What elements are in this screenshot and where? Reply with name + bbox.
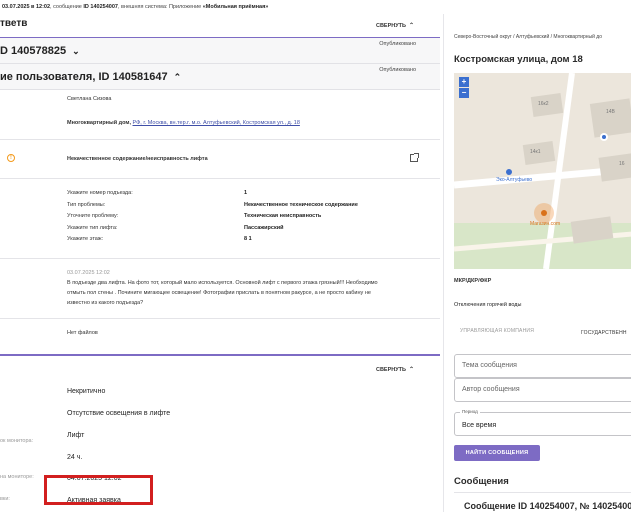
topic-placeholder: Тема сообщения xyxy=(462,362,517,369)
find-messages-button[interactable]: НАЙТИ СООБЩЕНИЯ xyxy=(454,445,540,461)
answer-section-title: тветв xyxy=(0,18,28,29)
collapse-label: СВЕРНУТЬ xyxy=(375,367,406,373)
map[interactable]: + − 16к2 14В 14к1 16 Эко-Алтуфьево Магаз… xyxy=(454,73,631,269)
breadcrumb: Северо-Восточный округ / Алтуфьевский / … xyxy=(454,34,602,40)
ticket-panel: тветв СВЕРНУТЬ ⌃ D 140578825 ⌄ Опубликован… xyxy=(0,14,440,512)
topbar-prefix: , сообщение xyxy=(50,4,84,10)
problem-title: Некачественное содержание/неисправность … xyxy=(67,156,208,162)
monitor-deadline-value: 24 ч. xyxy=(67,454,83,461)
tab-managing-company[interactable]: УПРАВЛЯЮЩАЯ КОМПАНИЯ xyxy=(460,328,534,334)
field-key: Тип проблемы: xyxy=(67,202,106,208)
period-select[interactable]: Период Все время xyxy=(454,409,631,436)
no-files-label: Нет файлов xyxy=(67,330,98,336)
chevron-down-icon[interactable]: ⌄ xyxy=(72,46,80,56)
tab-state[interactable]: ГОСУДАРСТВЕНН xyxy=(581,330,627,336)
hot-water-label: Отключения горячей воды xyxy=(454,302,522,308)
address-title: Костромская улица, дом 18 xyxy=(454,54,583,65)
address-prefix: Многоквартирный дом, xyxy=(67,120,133,126)
answer-section-header: тветв СВЕРНУТЬ ⌃ xyxy=(0,14,440,38)
author-input[interactable]: Автор сообщения xyxy=(454,378,631,402)
category-value: Лифт xyxy=(67,432,85,439)
message-timestamp: 03.07.2025 12:02 xyxy=(67,270,110,276)
map-label: 16 xyxy=(619,161,625,167)
ticket-row-title: D 140578825 xyxy=(0,45,67,57)
status-badge: Опубликовано xyxy=(379,67,416,73)
warning-icon: ! xyxy=(7,154,15,162)
author-name: Светлана Сизова xyxy=(67,96,112,102)
zoom-in-button[interactable]: + xyxy=(459,77,469,87)
source-app: «Мобильная приёмная» xyxy=(202,4,269,10)
zoom-out-button[interactable]: − xyxy=(459,88,469,98)
message-date: 03.07.2025 в 12:02 xyxy=(2,4,51,10)
field-value: Некачественное техническое содержание xyxy=(244,202,358,208)
collapse-label: СВЕРНУТЬ xyxy=(375,23,406,29)
message-id: ID 140254007 xyxy=(83,4,118,10)
chevron-up-icon: ⌃ xyxy=(408,23,414,29)
collapse-answer-button[interactable]: СВЕРНУТЬ ⌃ xyxy=(376,22,414,29)
field-key: Укажите номер подъезда: xyxy=(67,190,133,196)
location-panel: Северо-Восточный округ / Алтуфьевский / … xyxy=(443,14,631,512)
monitor-date-label: на мониторе: xyxy=(0,474,34,480)
topic-input[interactable]: Тема сообщения xyxy=(454,354,631,378)
ticket-status-label: вки: xyxy=(0,496,10,502)
field-value: 1 xyxy=(244,190,248,196)
divider xyxy=(0,139,440,140)
message-text-line: отмыть пол стены . Почините мигающее осв… xyxy=(67,290,371,296)
problem-type-value: Отсутствие освещения в лифте xyxy=(67,410,171,417)
period-label: Период xyxy=(460,409,480,414)
field-key: Укажите этаж: xyxy=(67,236,104,242)
chevron-up-icon: ⌃ xyxy=(408,367,414,373)
period-value: Все время xyxy=(462,422,497,429)
divider xyxy=(454,492,631,493)
field-value: Техническая неисправность xyxy=(244,213,322,219)
map-label: Магазин.com xyxy=(530,221,561,227)
map-label: Эко-Алтуфьево xyxy=(496,177,533,183)
divider xyxy=(0,318,440,319)
open-external-icon[interactable] xyxy=(410,153,419,162)
divider xyxy=(0,178,440,179)
map-label: 14к1 xyxy=(530,149,541,155)
field-value: 8 1 xyxy=(244,236,252,242)
messages-title: Сообщения xyxy=(454,476,509,487)
field-value: Пассажирский xyxy=(244,225,284,231)
author-placeholder: Автор сообщения xyxy=(462,386,520,393)
address-line: Многоквартирный дом, РФ, г. Москва, вн.т… xyxy=(67,120,300,126)
monitor-deadline-label: ок монитора: xyxy=(0,438,34,444)
address-link[interactable]: РФ, г. Москва, вн.тер.г. м.о. Алтуфьевск… xyxy=(133,120,300,126)
status-badge: Опубликовано xyxy=(379,41,416,47)
divider xyxy=(0,258,440,259)
priority-value: Некритично xyxy=(67,388,106,395)
tabs: УПРАВЛЯЮЩАЯ КОМПАНИЯ ГОСУДАРСТВЕНН xyxy=(454,327,631,347)
field-key: Уточните проблему: xyxy=(67,213,119,219)
message-list-item[interactable]: Сообщение ID 140254007, № 14025400 xyxy=(464,501,631,511)
mkr-label: МКР/ДКР/ФКР xyxy=(454,278,492,284)
map-label: 16к2 xyxy=(538,101,549,107)
map-label: 14В xyxy=(606,109,615,115)
topbar-mid: , внешняя система: Приложение xyxy=(117,4,203,10)
section-divider xyxy=(0,354,440,356)
message-source-line: 03.07.2025 в 12:02, сообщение ID 1402540… xyxy=(0,0,631,14)
ticket-row[interactable]: D 140578825 ⌄ Опубликовано xyxy=(0,38,440,64)
highlight-box xyxy=(44,475,153,505)
chevron-up-icon[interactable]: ⌃ xyxy=(174,72,182,82)
collapse-details-button[interactable]: СВЕРНУТЬ ⌃ xyxy=(376,366,414,373)
ticket-row[interactable]: ие пользователя, ID 140581647 ⌃ Опубликов… xyxy=(0,64,440,90)
field-key: Укажите тип лифта: xyxy=(67,225,118,231)
ticket-row-title: ие пользователя, ID 140581647 xyxy=(0,71,168,83)
message-text-line: известно из какого подъезда? xyxy=(67,300,144,306)
message-text-line: В подъезде два лифта. На фото тот, котор… xyxy=(67,280,378,286)
